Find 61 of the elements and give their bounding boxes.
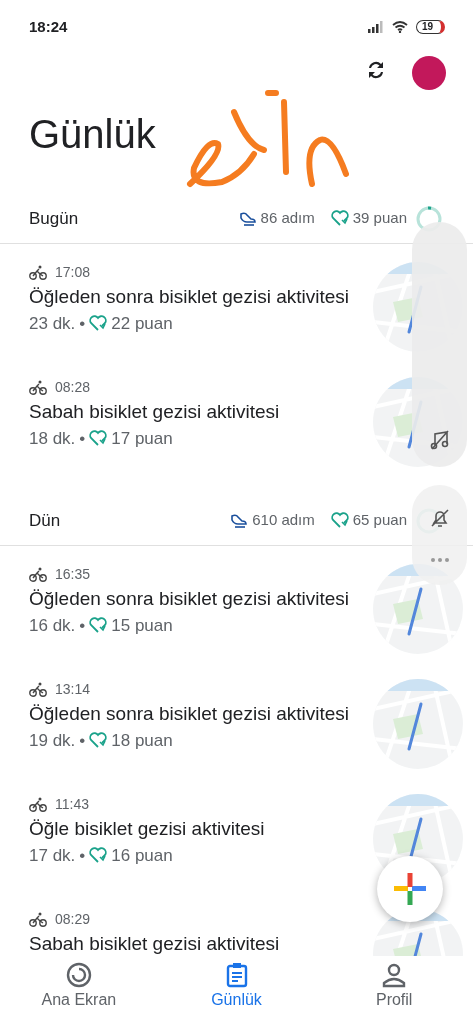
activity-time: 16:35 — [55, 565, 91, 584]
activity-duration: 23 dk. — [29, 313, 76, 335]
heart-icon — [89, 616, 108, 635]
avatar-icon[interactable] — [412, 56, 446, 90]
bicycle-icon — [29, 912, 47, 927]
clock-time: 18:24 — [29, 16, 68, 37]
bicycle-icon — [29, 265, 47, 280]
activity-title[interactable]: Sabah bisiklet gezisi aktivitesi — [29, 398, 373, 426]
activity-time: 08:29 — [55, 910, 91, 929]
heart-icon — [89, 731, 108, 750]
more-icon[interactable] — [428, 557, 451, 563]
separator-dot: • — [79, 615, 86, 637]
activity-title[interactable]: Öğleden sonra bisiklet gezisi aktivitesi — [29, 283, 373, 311]
activity-time: 17:08 — [55, 263, 91, 282]
activity-duration: 16 dk. — [29, 615, 76, 637]
bicycle-icon — [29, 380, 47, 395]
bicycle-icon — [29, 682, 47, 697]
activity-points: 15 puan — [111, 615, 173, 637]
activity-time: 11:43 — [55, 795, 89, 814]
activity-points: 18 puan — [111, 730, 173, 752]
activity-title[interactable]: Öğleden sonra bisiklet gezisi aktivitesi — [29, 700, 373, 728]
nav-tab[interactable]: Profil — [315, 956, 473, 1024]
person-icon — [381, 962, 408, 988]
shoe-icon — [238, 209, 257, 228]
activity-duration: 18 dk. — [29, 428, 76, 450]
activity-duration: 17 dk. — [29, 845, 76, 867]
activity-title[interactable]: Öğleden sonra bisiklet gezisi aktivitesi — [29, 585, 373, 613]
plus-icon — [394, 873, 426, 905]
steps-count: 610 adım — [252, 510, 315, 531]
shoe-icon — [230, 511, 249, 530]
page-title: Günlük — [29, 111, 156, 158]
bicycle-icon — [29, 797, 47, 812]
separator-dot: • — [79, 313, 86, 335]
activity-title[interactable]: Öğle bisiklet gezisi aktivitesi — [29, 815, 373, 843]
heart-icon — [89, 314, 108, 333]
wifi-icon — [391, 21, 408, 33]
bicycle-icon — [29, 567, 47, 582]
activity-duration: 19 dk. — [29, 730, 76, 752]
activity-time: 13:14 — [55, 680, 91, 699]
ring-icon — [65, 962, 92, 988]
day-label: Bugün — [29, 207, 79, 230]
activity-points: 17 puan — [111, 428, 173, 450]
signal-icon — [367, 21, 384, 33]
day-label: Dün — [29, 509, 61, 532]
heart-icon — [330, 209, 349, 228]
activity-points: 16 puan — [111, 845, 173, 867]
heart-icon — [330, 511, 349, 530]
separator-dot: • — [79, 730, 86, 752]
music-off-icon[interactable] — [428, 429, 451, 451]
points-count: 39 puan — [352, 208, 407, 229]
activity-title[interactable]: Sabah bisiklet gezisi aktivitesi — [29, 930, 373, 956]
nav-tab[interactable]: Günlük — [157, 956, 316, 1024]
heart-icon — [89, 429, 108, 448]
activity-time: 08:28 — [55, 378, 91, 397]
separator-dot: • — [79, 845, 86, 867]
activity-points: 22 puan — [111, 313, 173, 335]
heart-icon — [89, 846, 108, 865]
separator-dot: • — [79, 428, 86, 450]
points-count: 65 puan — [352, 510, 407, 531]
nav-tab[interactable]: Ana Ekran — [0, 956, 158, 1024]
steps-count: 86 adım — [260, 208, 315, 229]
